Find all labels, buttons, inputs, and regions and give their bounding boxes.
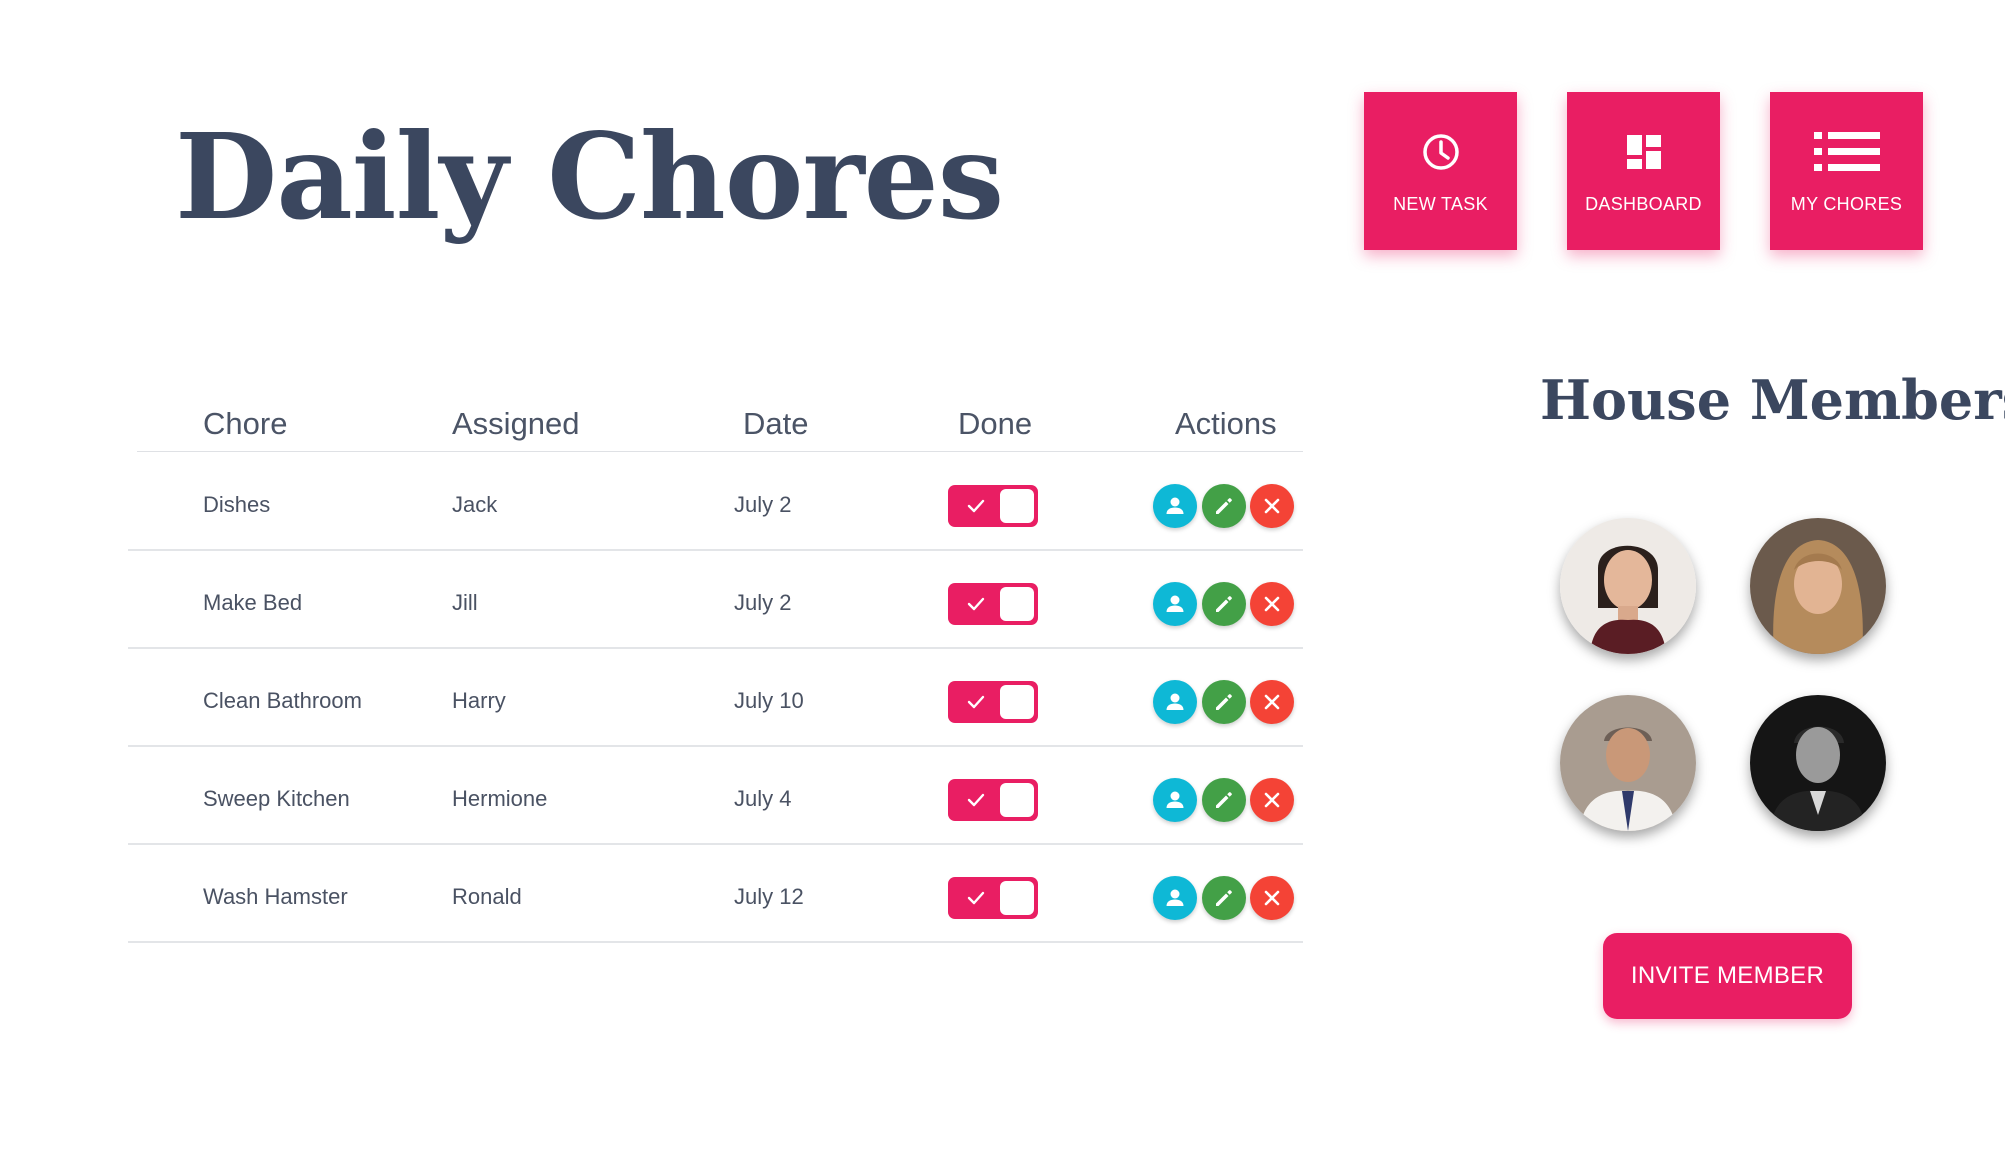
user-icon	[1166, 595, 1184, 612]
user-icon	[1166, 889, 1184, 906]
check-icon	[967, 499, 985, 513]
close-icon	[1264, 792, 1280, 808]
user-icon	[1166, 693, 1184, 710]
check-icon	[967, 891, 985, 905]
delete-button[interactable]	[1250, 484, 1294, 528]
close-icon	[1264, 890, 1280, 906]
done-toggle[interactable]	[948, 681, 1038, 723]
member-photo-2	[1750, 518, 1886, 654]
pencil-icon	[1216, 792, 1232, 808]
table-row: Dishes Jack July 2	[128, 453, 1303, 551]
assign-user-button[interactable]	[1153, 484, 1197, 528]
toggle-knob	[1000, 685, 1034, 719]
assign-user-button[interactable]	[1153, 680, 1197, 724]
member-photo-4	[1750, 695, 1886, 831]
member-photo-1	[1560, 518, 1696, 654]
table-row: Wash Hamster Ronald July 12	[128, 845, 1303, 943]
my-chores-button[interactable]: MY CHORES	[1770, 92, 1923, 250]
delete-button[interactable]	[1250, 582, 1294, 626]
new-task-label: NEW TASK	[1393, 193, 1488, 214]
assign-user-button[interactable]	[1153, 876, 1197, 920]
check-icon	[967, 597, 985, 611]
dashboard-label: DASHBOARD	[1585, 193, 1702, 214]
date-cell: July 2	[734, 590, 792, 615]
date-cell: July 4	[734, 786, 792, 811]
pencil-icon	[1216, 596, 1232, 612]
edit-button[interactable]	[1202, 778, 1246, 822]
dashboard-button[interactable]: DASHBOARD	[1567, 92, 1720, 250]
assigned-cell: Jill	[452, 590, 478, 615]
user-icon	[1166, 497, 1184, 514]
assigned-cell: Harry	[452, 688, 506, 713]
pencil-icon	[1216, 890, 1232, 906]
chore-cell: Clean Bathroom	[203, 688, 362, 713]
date-cell: July 12	[734, 884, 804, 909]
table-row: Sweep Kitchen Hermione July 4	[128, 747, 1303, 845]
member-avatar[interactable]	[1750, 695, 1886, 831]
done-toggle[interactable]	[948, 877, 1038, 919]
header-actions: Actions	[1175, 406, 1277, 441]
chore-cell: Dishes	[203, 492, 271, 517]
edit-button[interactable]	[1202, 582, 1246, 626]
member-avatar[interactable]	[1560, 518, 1696, 654]
toggle-knob	[1000, 881, 1034, 915]
toggle-knob	[1000, 783, 1034, 817]
clock-icon	[1421, 128, 1461, 176]
done-toggle[interactable]	[948, 779, 1038, 821]
close-icon	[1264, 694, 1280, 710]
delete-button[interactable]	[1250, 680, 1294, 724]
pencil-icon	[1216, 498, 1232, 514]
member-photo-3	[1560, 695, 1696, 831]
date-cell: July 2	[734, 492, 792, 517]
dashboard-icon	[1625, 128, 1663, 176]
list-icon	[1813, 128, 1880, 176]
edit-button[interactable]	[1202, 484, 1246, 528]
pencil-icon	[1216, 694, 1232, 710]
header-assigned: Assigned	[452, 406, 580, 441]
table-row: Clean Bathroom Harry July 10	[128, 649, 1303, 747]
assign-user-button[interactable]	[1153, 582, 1197, 626]
table-header: Chore Assigned Date Done Actions	[137, 400, 1303, 452]
edit-button[interactable]	[1202, 876, 1246, 920]
done-toggle[interactable]	[948, 583, 1038, 625]
my-chores-label: MY CHORES	[1790, 193, 1903, 214]
assigned-cell: Ronald	[452, 884, 522, 909]
assigned-cell: Hermione	[452, 786, 548, 811]
member-avatar[interactable]	[1750, 518, 1886, 654]
done-toggle[interactable]	[948, 485, 1038, 527]
delete-button[interactable]	[1250, 876, 1294, 920]
chore-cell: Wash Hamster	[203, 884, 348, 909]
user-icon	[1166, 791, 1184, 808]
new-task-button[interactable]: NEW TASK	[1364, 92, 1517, 250]
edit-button[interactable]	[1202, 680, 1246, 724]
members-title: House Members	[1540, 368, 2005, 432]
header-date: Date	[743, 406, 809, 441]
invite-member-button[interactable]: INVITE MEMBER	[1603, 933, 1852, 1019]
toggle-knob	[1000, 489, 1034, 523]
header-chore: Chore	[203, 406, 288, 441]
toggle-knob	[1000, 587, 1034, 621]
header-done: Done	[958, 406, 1033, 441]
delete-button[interactable]	[1250, 778, 1294, 822]
check-icon	[967, 793, 985, 807]
close-icon	[1264, 596, 1280, 612]
date-cell: July 10	[734, 688, 804, 713]
check-icon	[967, 695, 985, 709]
page-title: Daily Chores	[175, 107, 1004, 246]
close-icon	[1264, 498, 1280, 514]
assign-user-button[interactable]	[1153, 778, 1197, 822]
chore-cell: Make Bed	[203, 590, 303, 615]
chore-cell: Sweep Kitchen	[203, 786, 350, 811]
member-avatar[interactable]	[1560, 695, 1696, 831]
assigned-cell: Jack	[452, 492, 498, 517]
table-row: Make Bed Jill July 2	[128, 551, 1303, 649]
